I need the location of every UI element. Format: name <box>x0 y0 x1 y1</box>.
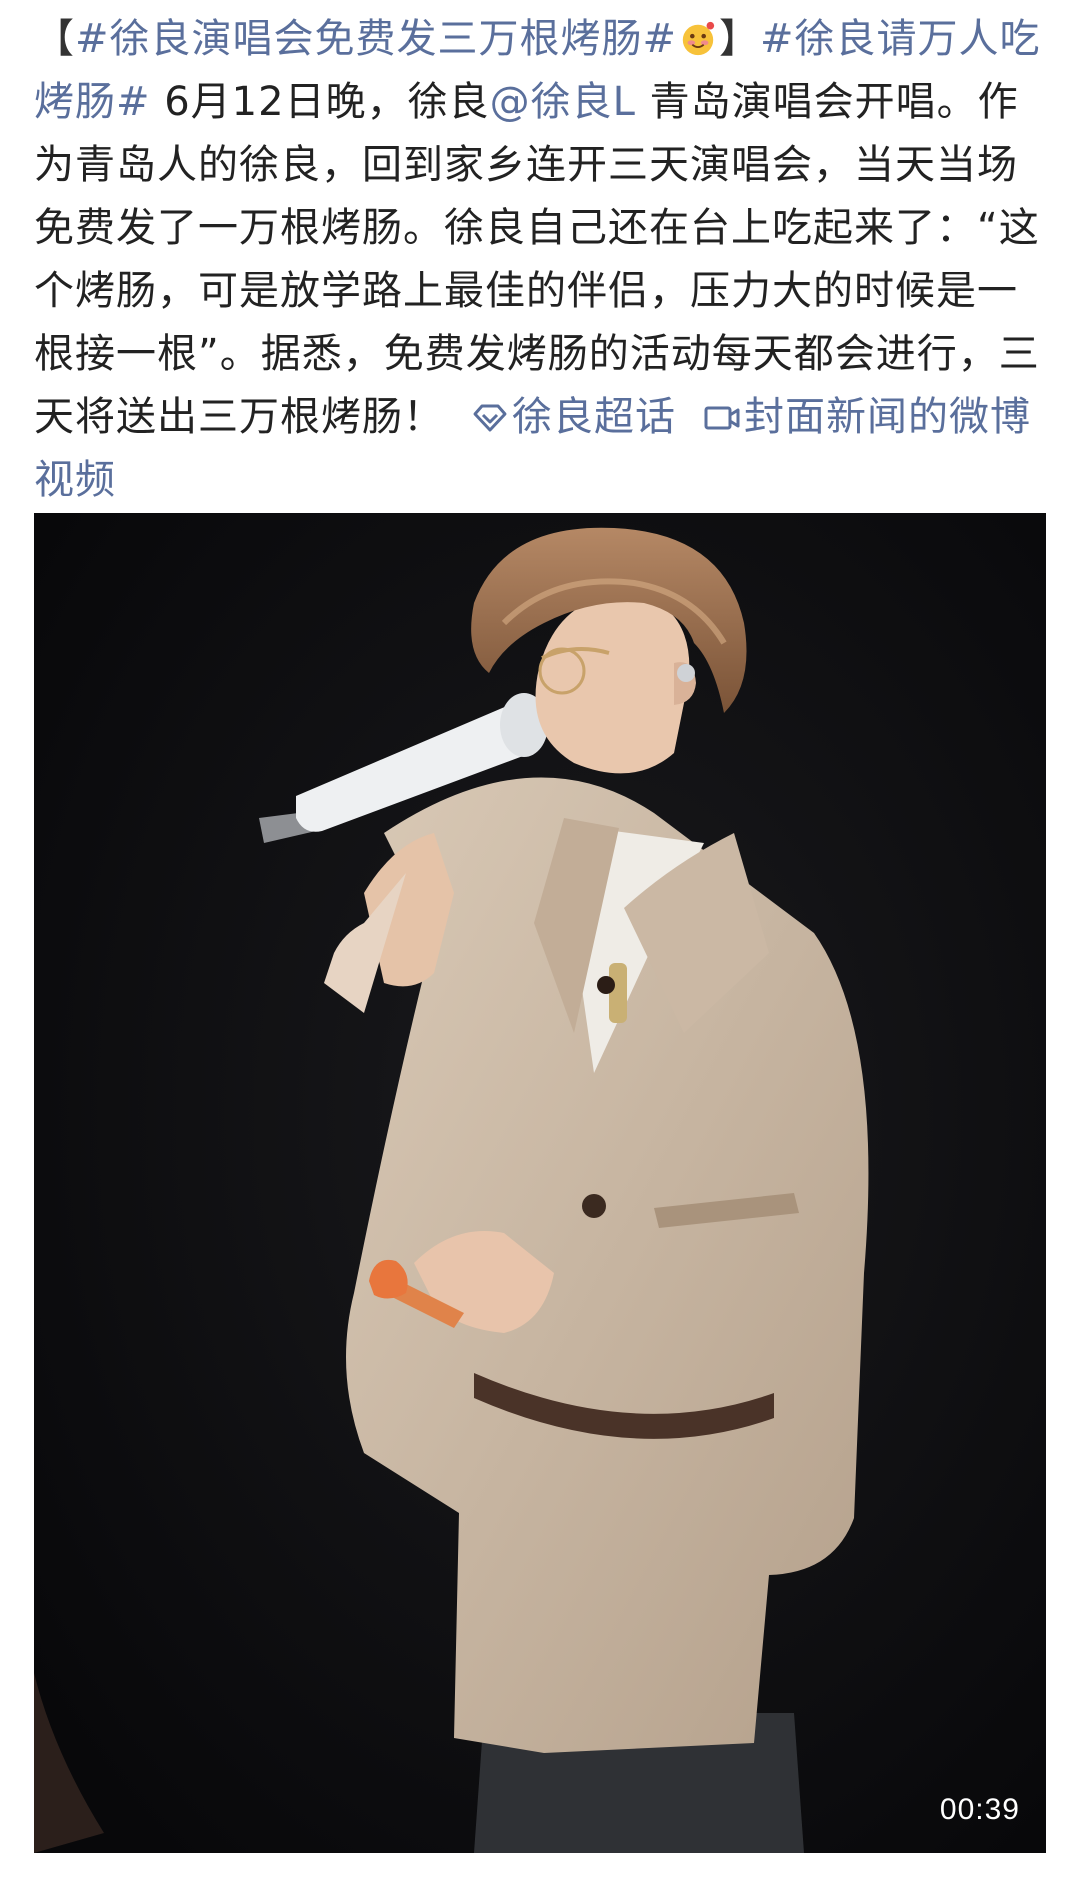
bracket-close: 】 <box>719 16 761 62</box>
video-camera-icon <box>704 389 740 430</box>
topic-link-concert[interactable]: #徐良演唱会免费发三万根烤肠# <box>75 16 677 62</box>
video-player[interactable]: 00:39 <box>34 513 1046 1853</box>
mention-link[interactable]: @徐良L <box>490 79 636 125</box>
smiling-face-emoji-icon <box>679 14 717 56</box>
post-text: 【#徐良演唱会免费发三万根烤肠# 】#徐良请万人吃烤肠# 6月12日晚，徐良@徐良… <box>34 8 1046 512</box>
bracket-open: 【 <box>34 16 75 62</box>
video-duration: 00:39 <box>939 1793 1020 1826</box>
super-topic-label: 徐良超话 <box>512 394 676 440</box>
super-topic-link[interactable]: 徐良超话 <box>472 394 676 440</box>
post-text-part-2: 青岛演唱会开唱。作为青岛人的徐良，回到家乡连开三天演唱会，当天当场免费发了一万根… <box>34 79 1040 440</box>
post-text-part-1: 6月12日晚，徐良 <box>150 79 490 125</box>
diamond-icon <box>472 389 508 432</box>
video-thumbnail <box>34 513 1046 1853</box>
